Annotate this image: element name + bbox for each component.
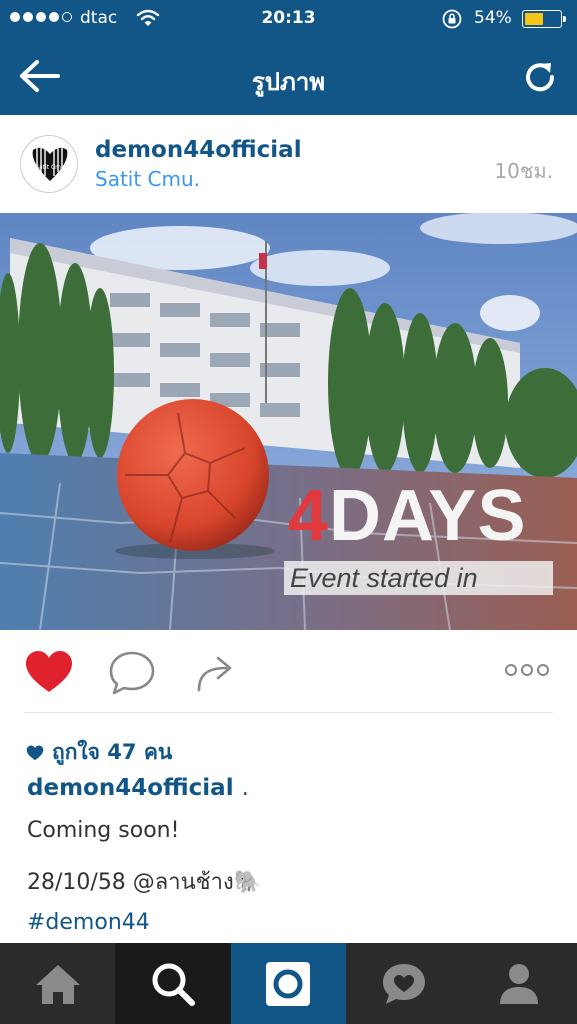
search-icon xyxy=(152,963,196,1006)
hashtag-link[interactable]: #demon44 xyxy=(27,910,150,935)
post-username[interactable]: demon44official xyxy=(95,137,302,163)
activity-icon xyxy=(382,963,425,1004)
battery-level xyxy=(525,13,543,25)
tab-camera[interactable] xyxy=(230,943,347,1024)
page-title: รูปภาพ xyxy=(251,68,326,96)
tab-activity[interactable] xyxy=(346,943,461,1024)
likes-count[interactable]: ถูกใจ 47 คน xyxy=(26,736,172,769)
svg-text:Satit Cmu: Satit Cmu xyxy=(35,164,65,171)
home-icon xyxy=(35,964,80,1004)
heart-icon[interactable] xyxy=(24,650,74,694)
caption-line: Coming soon! xyxy=(27,818,180,843)
camera-icon xyxy=(266,961,311,1006)
tab-profile[interactable] xyxy=(462,943,577,1024)
battery-icon xyxy=(522,10,566,28)
share-icon[interactable] xyxy=(194,650,238,694)
caption-line: 28/10/58 @ลานช้าง🐘 xyxy=(27,870,262,895)
comment-icon[interactable] xyxy=(108,650,156,696)
tab-search[interactable] xyxy=(115,943,231,1024)
divider xyxy=(24,712,553,713)
refresh-icon[interactable] xyxy=(521,58,559,96)
caption-username[interactable]: demon44official . xyxy=(27,775,249,801)
action-bar xyxy=(0,630,577,712)
photo-caption-text: Event started in xyxy=(284,561,553,595)
status-bar: dtac 20:13 54% xyxy=(0,0,577,38)
photo-days-text: 4DAYS xyxy=(288,476,527,556)
tab-home[interactable] xyxy=(0,943,115,1024)
small-heart-icon xyxy=(26,744,44,760)
likes-label: ถูกใจ 47 คน xyxy=(52,740,173,764)
post-header: Satit Cmu demon44official Satit Cmu. 10ช… xyxy=(0,115,577,213)
battery-percent: 54% xyxy=(474,8,512,28)
avatar-logo-icon: Satit Cmu xyxy=(32,147,68,181)
top-bar: dtac 20:13 54% รูปภาพ xyxy=(0,0,577,115)
post-time: 10ชม. xyxy=(494,159,553,183)
more-icon[interactable] xyxy=(503,662,551,678)
tab-bar xyxy=(0,943,577,1024)
header: รูปภาพ xyxy=(0,38,577,115)
post-location[interactable]: Satit Cmu. xyxy=(95,167,200,191)
rotation-lock-icon xyxy=(442,9,462,29)
profile-icon xyxy=(500,963,539,1004)
avatar[interactable]: Satit Cmu xyxy=(20,135,78,193)
